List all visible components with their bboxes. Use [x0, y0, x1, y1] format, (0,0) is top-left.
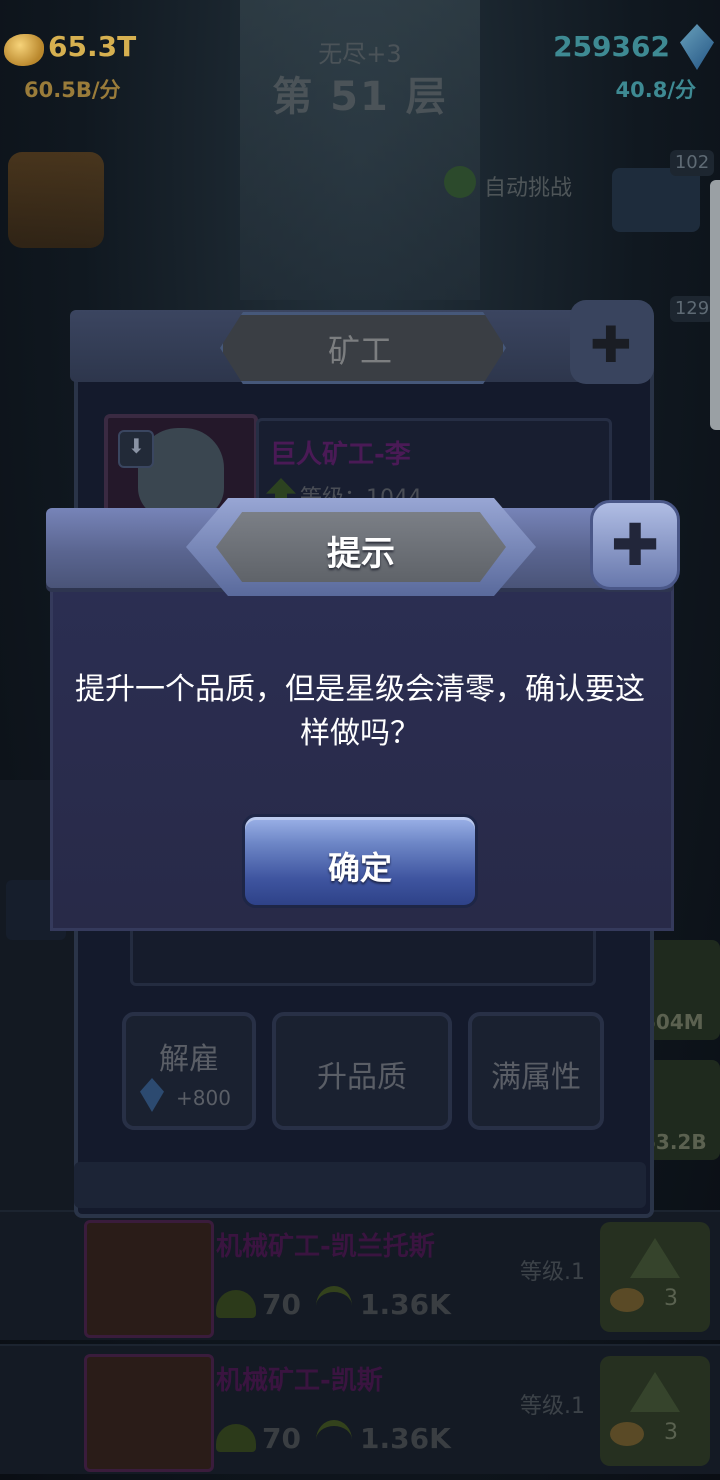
pickaxe-icon — [316, 1286, 352, 1326]
miner-level: 等级.1 — [520, 1260, 585, 1285]
list-item[interactable]: 机械矿工-凯兰托斯 等级.1 70 1.36K 3 — [0, 1210, 720, 1340]
miner-portrait — [84, 1220, 214, 1338]
dismiss-button[interactable]: 解雇 +800 — [122, 1012, 256, 1130]
miner-name-label: 巨人矿工-李 — [270, 440, 411, 470]
pickaxe-icon — [316, 1420, 352, 1460]
blue-crystal-icon — [140, 1078, 164, 1112]
chest-count-badge: 102 — [670, 150, 714, 176]
helmet-stat: 70 — [262, 1422, 301, 1455]
close-icon: ✚ — [610, 511, 660, 579]
up-arrow-icon — [630, 1372, 680, 1412]
upgrade-quality-label: 升品质 — [317, 1060, 407, 1095]
upgrade-cost: 3 — [664, 1420, 678, 1445]
prompt-title-plate: 提示 — [186, 498, 536, 596]
confirm-label: 确定 — [327, 849, 392, 887]
lock-icon[interactable]: ⬇ — [118, 430, 154, 468]
max-attributes-label: 满属性 — [491, 1060, 581, 1095]
gold-coin-icon — [610, 1288, 644, 1312]
close-icon: ✚ — [590, 316, 632, 374]
auto-challenge-checkbox[interactable] — [444, 166, 476, 198]
upgrade-button[interactable]: 3 — [600, 1222, 710, 1332]
miner-name: 机械矿工-凯兰托斯 — [216, 1232, 435, 1262]
reward-count-badge: 129 — [670, 296, 714, 322]
upgrade-quality-button[interactable]: 升品质 — [272, 1012, 452, 1130]
gold-coin-icon — [610, 1422, 644, 1446]
helmet-stat: 70 — [262, 1288, 301, 1321]
miner-panel-close-button[interactable]: ✚ — [570, 300, 654, 384]
list-item[interactable]: 机械矿工-凯斯 等级.1 70 1.36K 3 — [0, 1344, 720, 1474]
prompt-title: 提示 — [327, 534, 395, 574]
dismiss-cost: +800 — [176, 1086, 231, 1110]
miner-panel-footer — [74, 1162, 646, 1208]
up-arrow-icon — [630, 1238, 680, 1278]
upgrade-cost: 3 — [664, 1286, 678, 1311]
auto-challenge-label: 自动挑战 — [484, 176, 573, 201]
pickaxe-stat: 1.36K — [360, 1422, 451, 1455]
treasure-chest-icon[interactable] — [612, 168, 700, 232]
pickaxe-stat: 1.36K — [360, 1288, 451, 1321]
floor-title: 第 51 层 — [272, 74, 448, 120]
max-attributes-button[interactable]: 满属性 — [468, 1012, 604, 1130]
helmet-icon — [216, 1424, 256, 1452]
helmet-icon — [216, 1290, 256, 1318]
prompt-message: 提升一个品质，但是星级会清零，确认要这样做吗？ — [75, 672, 645, 751]
dismiss-label: 解雇 — [159, 1042, 219, 1077]
calendar-icon[interactable] — [8, 152, 104, 248]
miner-portrait — [84, 1354, 214, 1472]
upgrade-button[interactable]: 3 — [600, 1356, 710, 1466]
miner-name: 机械矿工-凯斯 — [216, 1366, 383, 1396]
confirm-button[interactable]: 确定 — [242, 814, 478, 908]
miner-title-plate: 矿工 — [200, 304, 520, 386]
side-drawer-tab[interactable] — [710, 180, 720, 430]
miner-panel-title: 矿工 — [327, 332, 392, 370]
prompt-close-button[interactable]: ✚ — [590, 500, 680, 590]
miner-level: 等级.1 — [520, 1394, 585, 1419]
